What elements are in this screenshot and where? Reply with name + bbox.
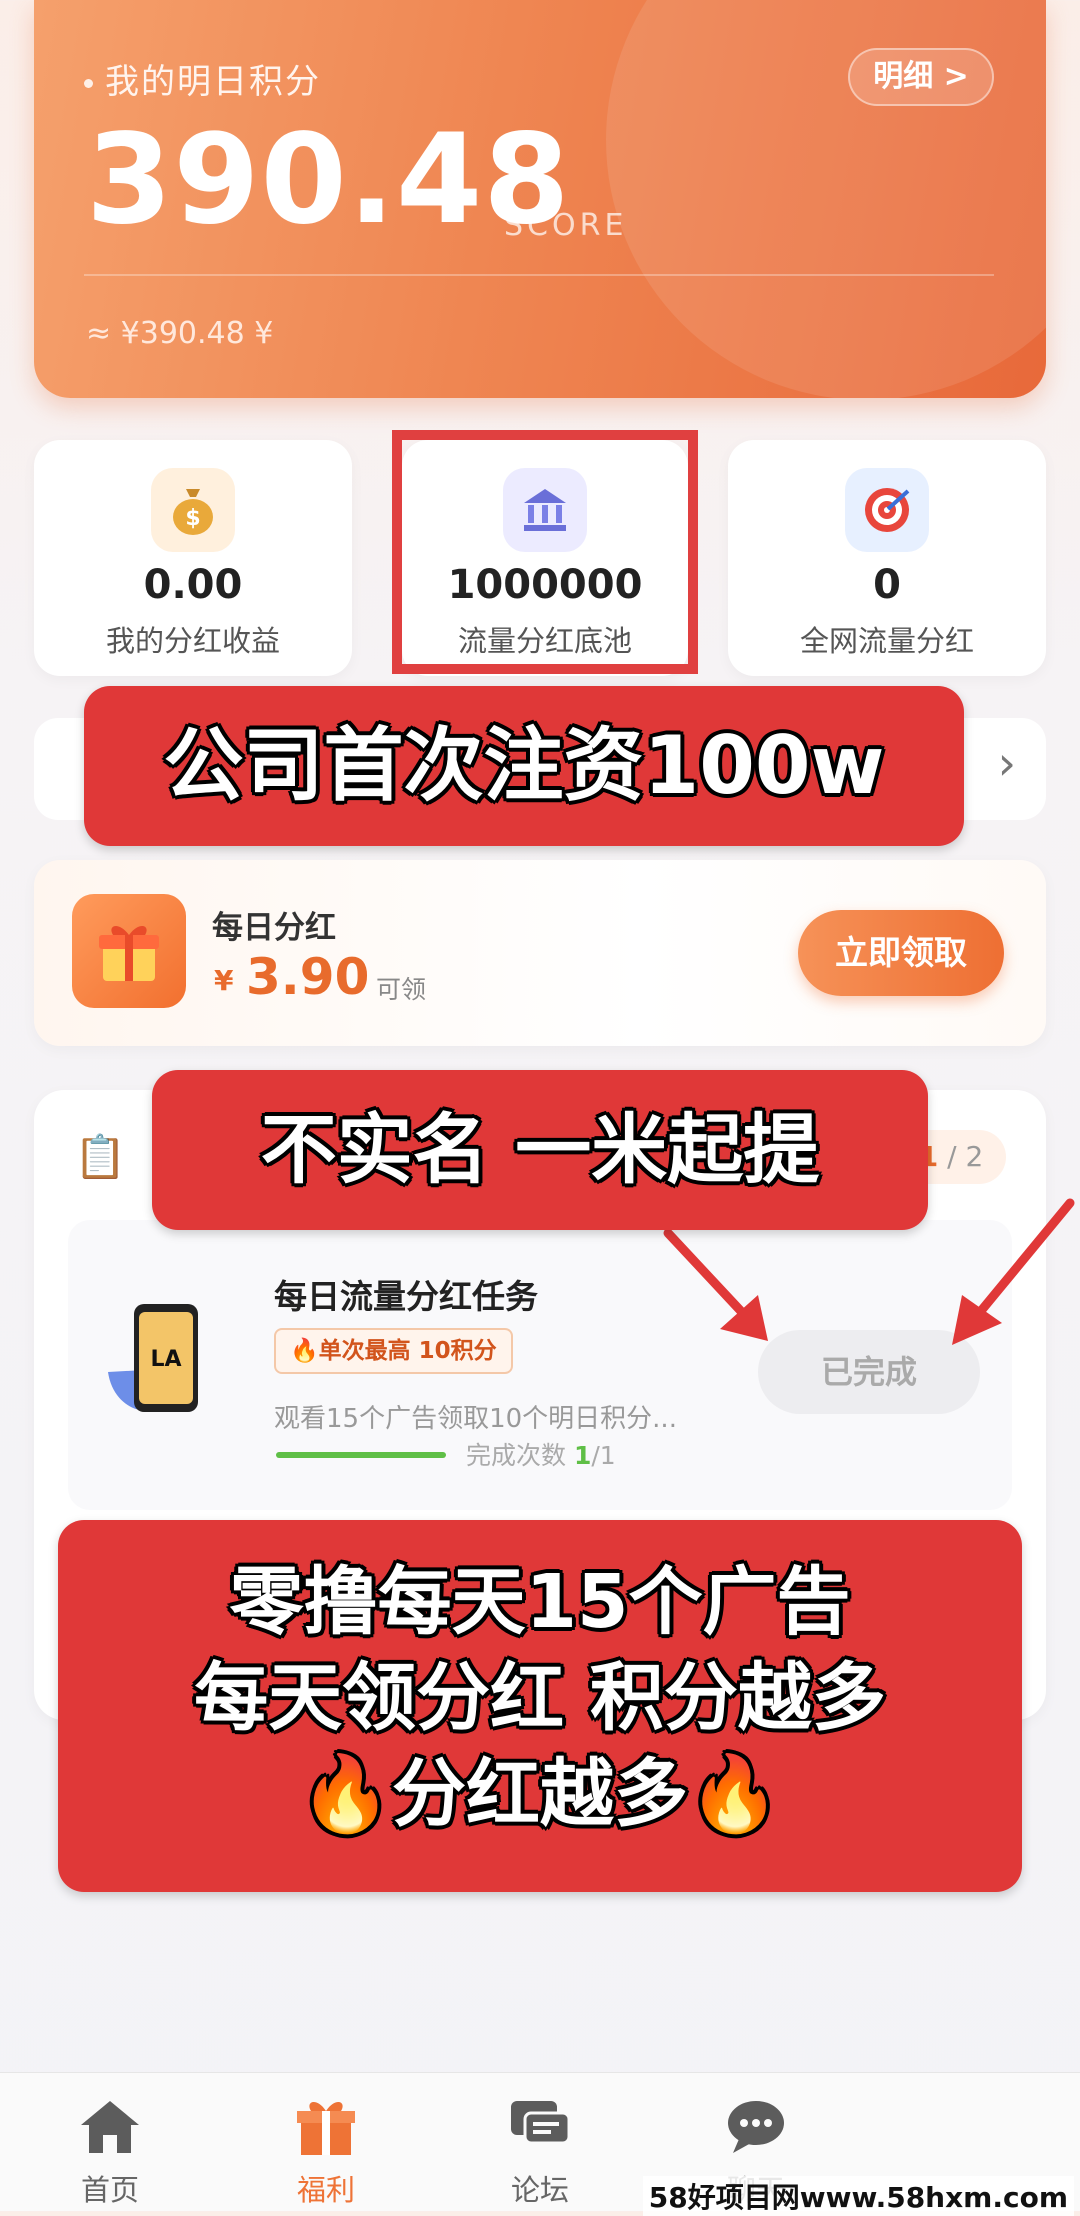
svg-text:$: $ <box>185 506 200 531</box>
nav-item-home[interactable]: 首页 <box>40 2073 180 2212</box>
phone-app-icon: LA <box>104 1300 212 1420</box>
overlay-caption-investment: 公司首次注资100w <box>84 686 964 846</box>
gift-icon <box>297 2101 355 2155</box>
forum-icon <box>511 2101 571 2145</box>
nav-item-forum[interactable]: 论坛 <box>470 2073 610 2212</box>
arrow-icon <box>952 1198 1075 1345</box>
task-description: 观看15个广告领取10个明日积分... <box>274 1404 677 1434</box>
stat-card-my-dividend[interactable]: $ 0.00 我的分红收益 <box>34 440 352 676</box>
stat-value: 1000000 <box>447 562 643 608</box>
overlay-caption-withdraw: 不实名 一米起提 <box>152 1070 928 1230</box>
arrow-icon <box>663 1228 768 1341</box>
score-title: 我的明日积分 <box>84 54 321 103</box>
score-unit: SCORE <box>504 208 628 243</box>
stat-card-network-dividend[interactable]: 0 全网流量分红 <box>728 440 1046 676</box>
watermark: 58好项目网www.58hxm.com <box>642 2176 1074 2216</box>
task-progress-bar <box>276 1452 446 1458</box>
claim-button[interactable]: 立即领取 <box>798 910 1004 996</box>
home-icon <box>81 2101 139 2153</box>
task-title: 每日流量分红任务 <box>274 1277 538 1316</box>
stat-card-pool[interactable]: 1000000 流量分红底池 <box>402 440 688 676</box>
score-value: 390.48 <box>86 108 571 252</box>
divider <box>84 274 994 276</box>
stat-label: 我的分红收益 <box>105 624 280 658</box>
task-item: LA 每日流量分红任务 🔥单次最高 10积分 观看15个广告领取10个明日积分.… <box>68 1220 1012 1510</box>
currency-symbol: ¥ <box>214 964 234 997</box>
stat-label: 全网流量分红 <box>799 624 974 658</box>
money-bag-icon: $ <box>151 468 235 552</box>
stat-label: 流量分红底池 <box>457 624 632 658</box>
dividend-suffix: 可领 <box>376 975 427 1004</box>
nav-label: 论坛 <box>510 2173 569 2207</box>
dividend-title: 每日分红 <box>212 910 336 946</box>
dot-icon <box>84 79 93 88</box>
dividend-amount: 3.90 <box>246 948 370 1006</box>
caption-line: 每天领分红 积分越多 <box>194 1655 886 1741</box>
caption-line: 🔥分红越多🔥 <box>299 1751 781 1837</box>
overlay-caption-ads: 零撸每天15个广告 每天领分红 积分越多 🔥分红越多🔥 <box>58 1520 1022 1892</box>
daily-dividend-card: 每日分红 ¥ 3.90 可领 立即领取 <box>34 860 1046 1046</box>
score-card: 我的明日积分 明细 > 390.48 SCORE ≈ ¥390.48 ¥ <box>34 0 1046 398</box>
target-icon <box>845 468 929 552</box>
chevron-right-icon: › <box>997 736 1016 790</box>
bank-icon <box>503 468 587 552</box>
nav-label: 福利 <box>296 2173 355 2207</box>
task-badge: 🔥单次最高 10积分 <box>274 1328 513 1374</box>
detail-button[interactable]: 明细 > <box>848 48 994 106</box>
gift-icon <box>72 894 186 1008</box>
task-count: 完成次数 1/1 <box>466 1441 616 1470</box>
nav-item-welfare[interactable]: 福利 <box>256 2073 396 2212</box>
stat-value: 0 <box>873 562 901 608</box>
clipboard-icon: 📋 <box>74 1132 127 1181</box>
stat-value: 0.00 <box>143 562 243 608</box>
svg-text:LA: LA <box>150 1347 181 1372</box>
score-rmb-equivalent: ≈ ¥390.48 ¥ <box>86 316 274 351</box>
chat-icon <box>728 2101 784 2153</box>
nav-label: 首页 <box>80 2173 139 2207</box>
caption-line: 零撸每天15个广告 <box>229 1559 851 1645</box>
